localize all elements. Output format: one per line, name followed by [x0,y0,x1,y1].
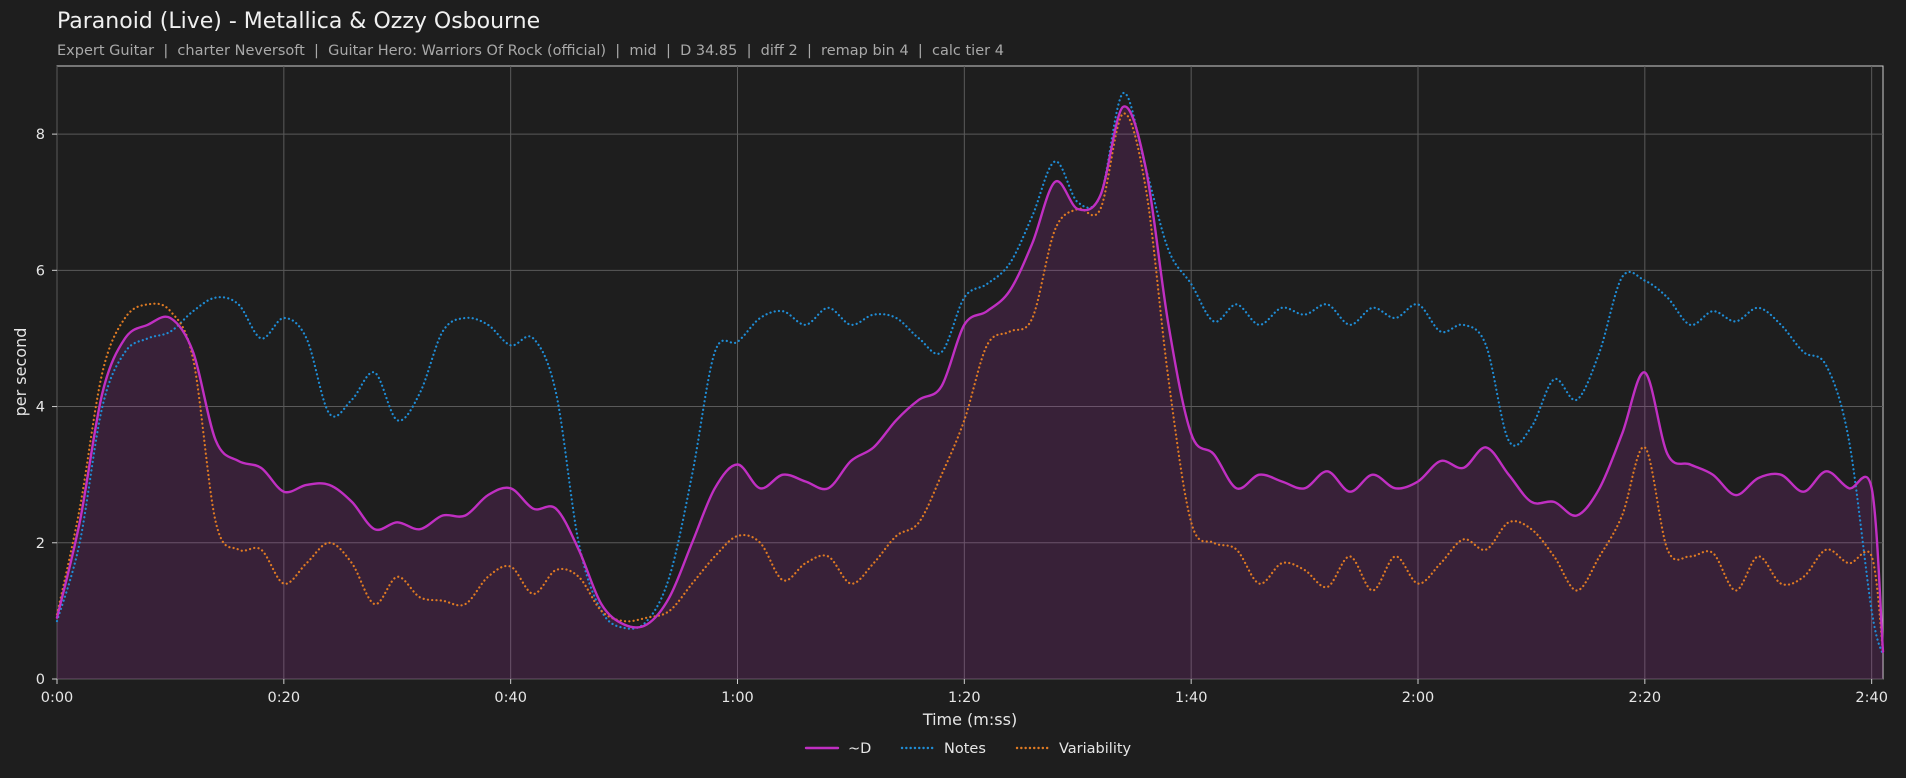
x-tick-label: 2:20 [1629,690,1662,706]
legend-label-variability: Variability [1059,741,1132,757]
x-tick-label: 1:00 [721,690,754,706]
chart-title: Paranoid (Live) - Metallica & Ozzy Osbou… [57,9,540,34]
chart-root: Paranoid (Live) - Metallica & Ozzy Osbou… [0,0,1906,774]
chart-subtitle: Expert Guitar | charter Neversoft | Guit… [57,43,1004,59]
legend: ~D Notes Variability [804,741,1132,757]
legend-label-notes: Notes [944,741,986,757]
x-axis-label: Time (m:ss) [922,710,1017,729]
x-tick-label: 2:00 [1402,690,1435,706]
x-tick-label: 0:20 [268,690,301,706]
legend-label-d: ~D [848,741,871,757]
y-tick-label: 8 [36,127,45,143]
x-tick-label: 1:40 [1175,690,1208,706]
chart-svg: Paranoid (Live) - Metallica & Ozzy Osbou… [0,0,1906,774]
x-tick-label: 2:40 [1855,690,1888,706]
x-tick-label: 1:20 [948,690,981,706]
y-tick-label: 6 [36,263,45,279]
y-tick-label: 0 [36,672,45,688]
y-tick-label: 4 [36,400,45,416]
x-tick-label: 0:40 [494,690,527,706]
y-axis-label: per second [11,328,30,417]
y-tick-label: 2 [36,536,45,552]
x-tick-label: 0:00 [41,690,74,706]
